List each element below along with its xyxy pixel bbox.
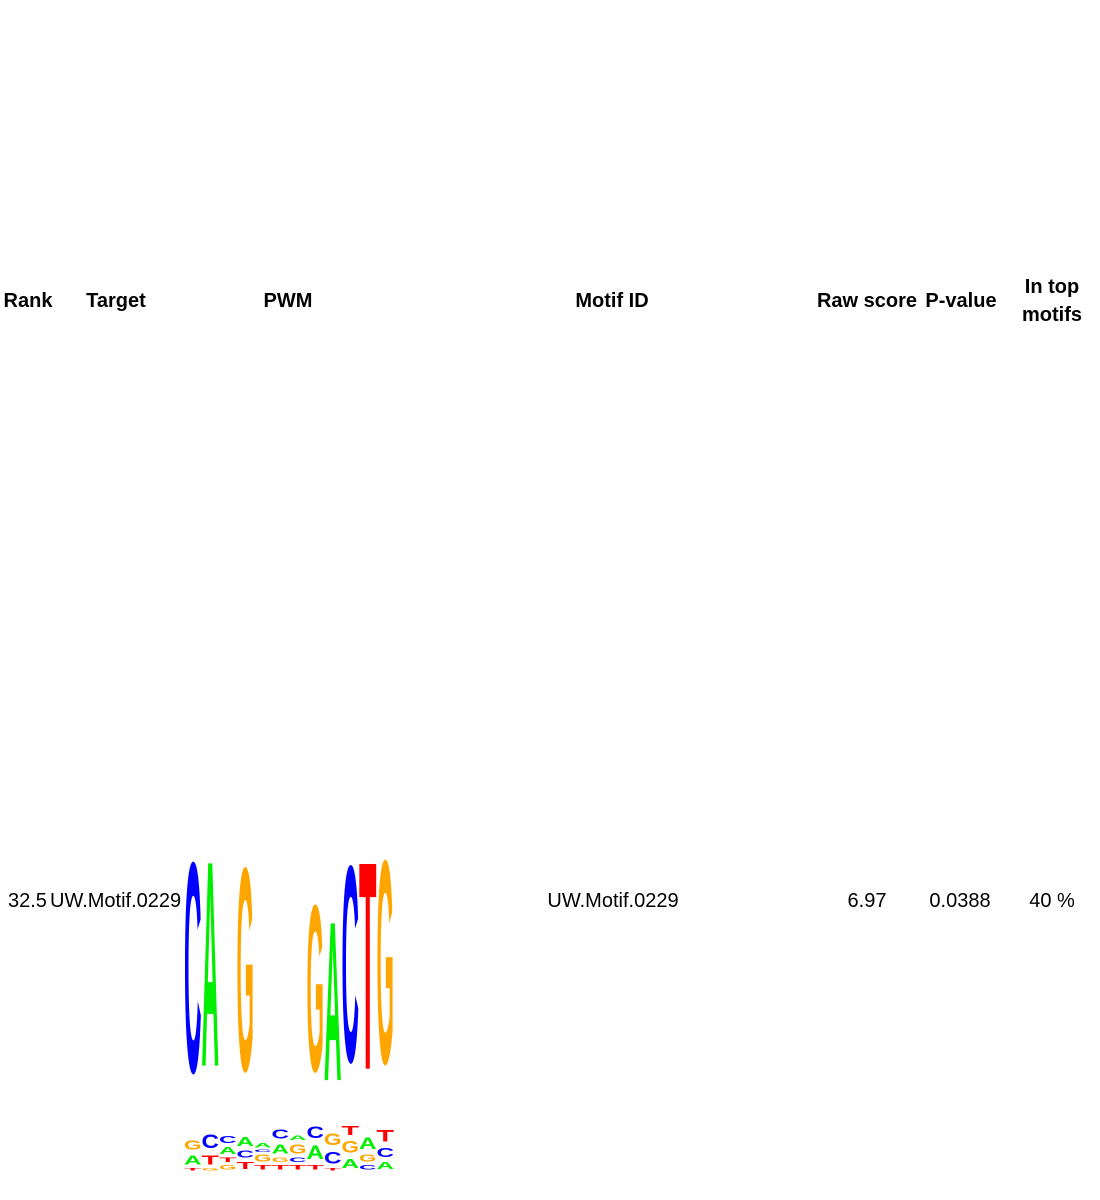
logo-letter-g: G xyxy=(254,1152,271,1163)
header-in-top-motifs: In top motifs xyxy=(1022,276,1082,326)
logo-letter-a: A xyxy=(307,1141,325,1163)
logo-letter-c: C xyxy=(219,1134,237,1145)
logo-letter-g: G xyxy=(202,1167,219,1171)
header-pwm: PWM xyxy=(263,290,313,312)
header-motif-id: Motif ID xyxy=(575,290,649,312)
logo-letter-t: T xyxy=(272,1164,290,1171)
logo-letter-a: A xyxy=(324,875,342,1130)
logo-letter-a: A xyxy=(289,1134,307,1141)
logo-letter-a: A xyxy=(219,1145,237,1156)
logo-letter-g: G xyxy=(237,806,254,1132)
logo-letter-c: C xyxy=(254,1149,271,1153)
logo-letter-g: G xyxy=(359,1152,376,1163)
logo-letter-g: G xyxy=(219,1164,236,1172)
header-raw-score: Raw score xyxy=(816,290,918,312)
logo-letter-t: T xyxy=(359,800,376,1132)
logo-letter-c: C xyxy=(324,1149,342,1167)
logo-letter-g: G xyxy=(289,1141,306,1156)
logo-letter-t: T xyxy=(342,1123,360,1138)
logo-letter-a: A xyxy=(272,1142,289,1157)
logo-letter-t: T xyxy=(289,1164,307,1171)
logo-letter-g: G xyxy=(307,855,324,1121)
logo-letter-a: A xyxy=(342,1157,359,1172)
logo-letter-t: T xyxy=(377,1127,395,1145)
logo-letter-t: T xyxy=(184,1168,202,1172)
cell-motif-id: UW.Motif.0229 xyxy=(547,890,679,912)
logo-letter-c: C xyxy=(377,1145,394,1160)
cell-target: UW.Motif.0229 xyxy=(50,890,182,912)
logo-letter-c: C xyxy=(342,809,359,1122)
logo-letter-a: A xyxy=(184,1153,201,1168)
logo-letter-g: G xyxy=(342,1138,359,1156)
logo-letter-a: A xyxy=(254,1141,272,1148)
logo-letter-a: A xyxy=(202,801,219,1129)
cell-in-top-motifs: 40 % xyxy=(1029,890,1075,912)
logo-letter-g: G xyxy=(184,1137,201,1152)
header-target: Target xyxy=(86,290,146,312)
logo-letter-c: C xyxy=(359,1164,377,1171)
logo-letter-c: C xyxy=(272,1127,289,1142)
logo-letter-a: A xyxy=(377,1160,395,1171)
pwm-sequence-logo: TAGCGTCAGTACTCAGTGCATGACTCGATACGTCGAAGTC… xyxy=(184,799,395,1172)
logo-letter-g: G xyxy=(324,1131,341,1149)
logo-letter-a: A xyxy=(359,1135,377,1153)
cell-p-value: 0.0388 xyxy=(929,890,991,912)
logo-letter-t: T xyxy=(307,1164,325,1171)
cell-raw-score: 6.97 xyxy=(847,890,887,912)
header-p-value: P-value xyxy=(925,290,997,312)
logo-letter-a: A xyxy=(237,1134,254,1149)
logo-letter-t: T xyxy=(237,1160,254,1171)
logo-letter-c: C xyxy=(237,1149,255,1160)
header-rank: Rank xyxy=(3,290,53,312)
logo-letter-c: C xyxy=(202,1130,220,1152)
logo-letter-t: T xyxy=(219,1156,237,1163)
logo-letter-g: G xyxy=(272,1156,289,1164)
logo-letter-c: C xyxy=(289,1156,307,1163)
logo-letter-t: T xyxy=(324,1168,342,1172)
cell-rank: 32.5 xyxy=(8,890,47,912)
logo-letter-c: C xyxy=(184,801,201,1136)
logo-letter-c: C xyxy=(307,1123,325,1141)
logo-letter-t: T xyxy=(202,1153,220,1168)
logo-letter-g: G xyxy=(377,799,394,1125)
logo-letter-t: T xyxy=(254,1164,272,1171)
